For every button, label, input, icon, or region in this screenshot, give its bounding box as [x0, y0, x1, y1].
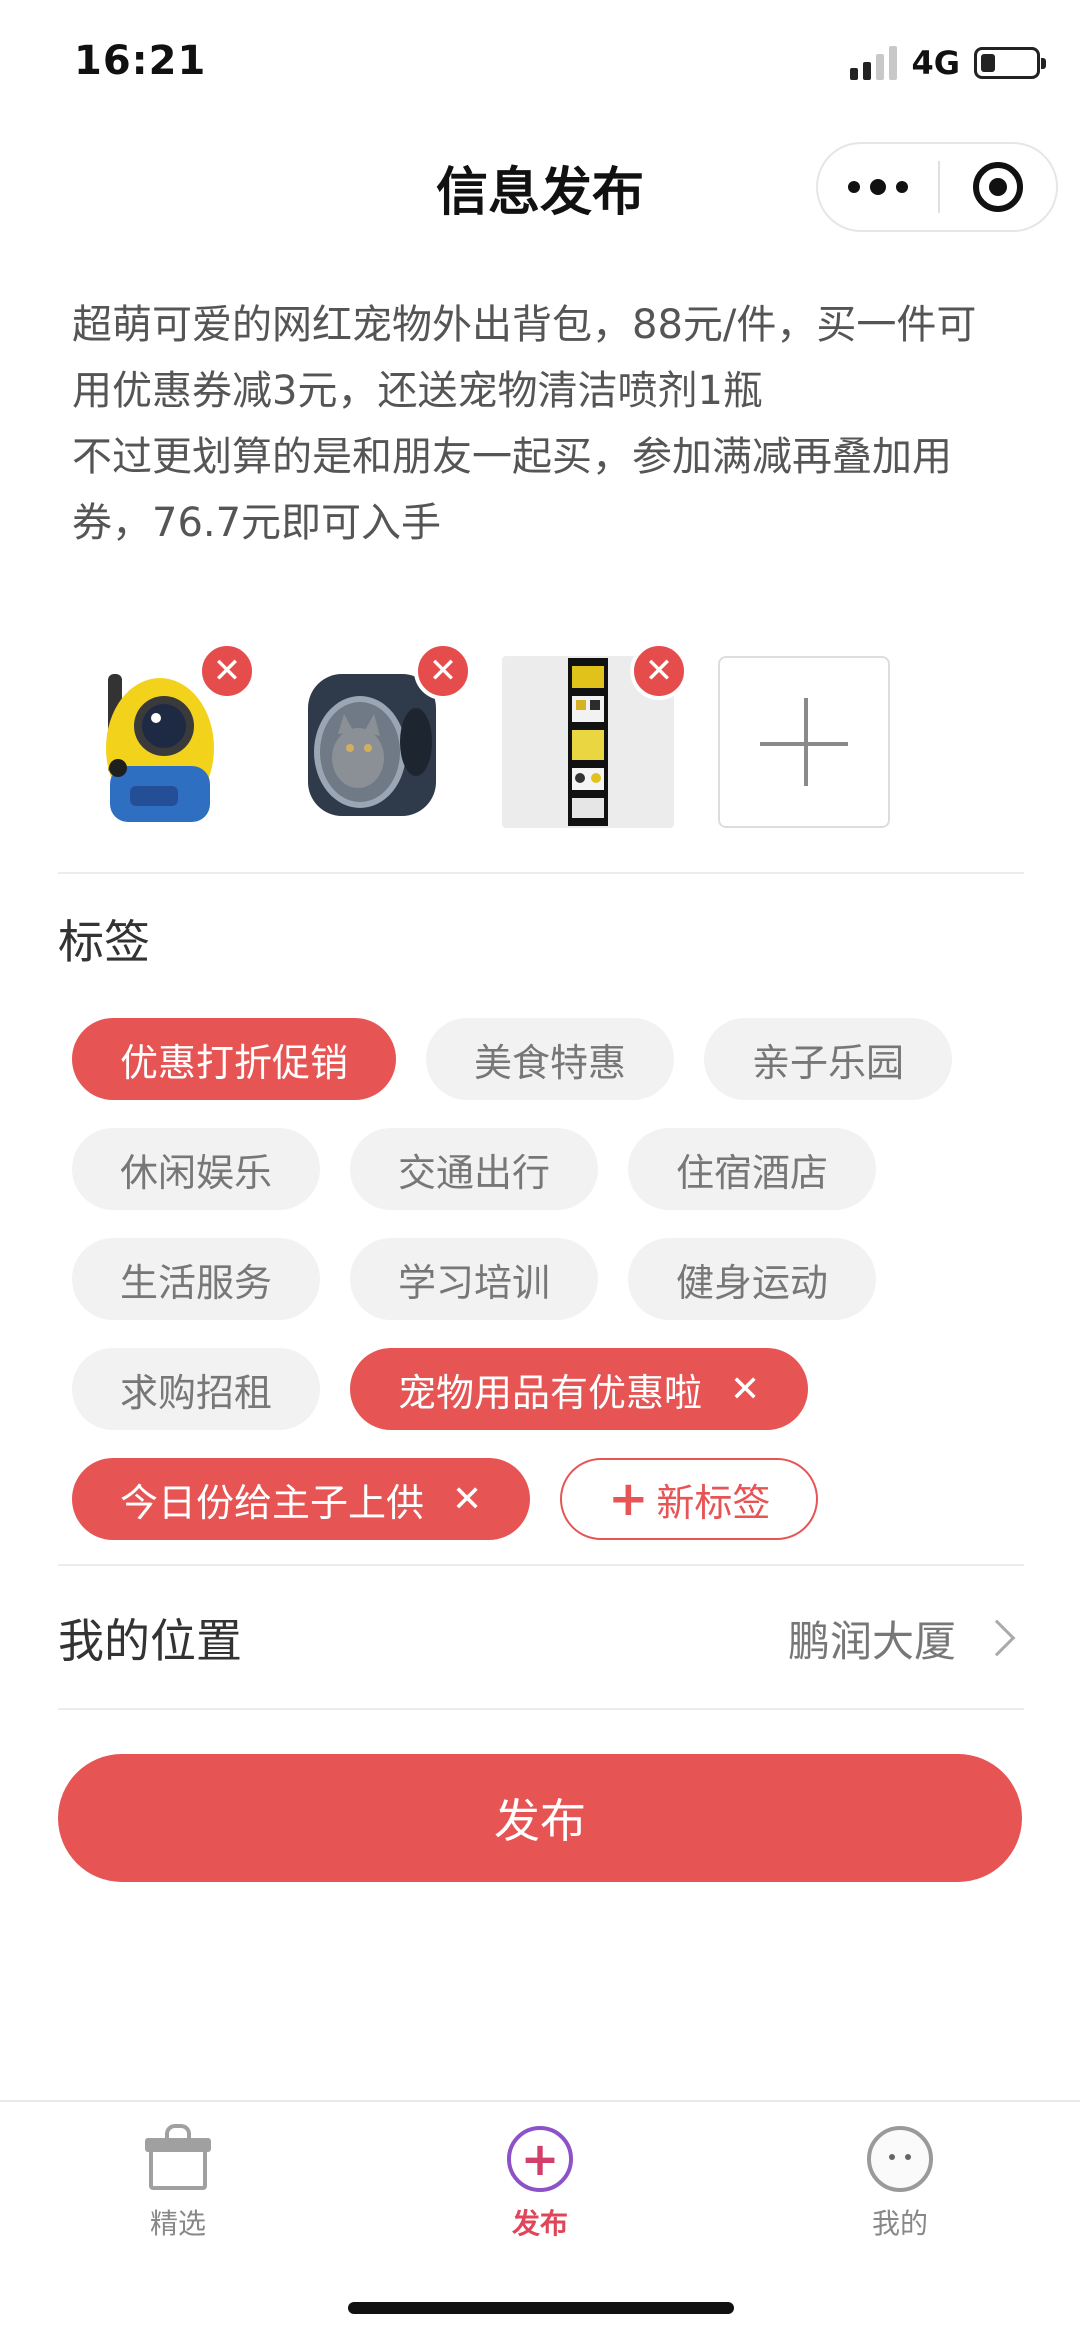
tag-chip[interactable]: 美食特惠 [426, 1018, 675, 1100]
tag-chip[interactable]: 交通出行 [350, 1128, 599, 1210]
gift-icon [143, 2124, 213, 2194]
image-row: ✕ ✕ ✕ [70, 642, 890, 828]
remove-tag-icon[interactable]: ✕ [452, 1479, 482, 1520]
tag-chip[interactable]: 休闲娱乐 [72, 1128, 321, 1210]
tag-list: 优惠打折促销 美食特惠 亲子乐园 休闲娱乐 交通出行 住宿酒店 生活服务 学习培… [72, 1018, 1032, 1540]
tag-label: 生活服务 [120, 1260, 273, 1305]
remove-image-button[interactable]: ✕ [414, 642, 472, 700]
tag-label: 休闲娱乐 [120, 1150, 273, 1195]
new-tag-button[interactable]: + 新标签 [560, 1458, 819, 1540]
image-thumb[interactable]: ✕ [70, 642, 256, 828]
more-icon[interactable] [818, 144, 938, 230]
tag-label: 今日份给主子上供 [120, 1480, 425, 1525]
divider [58, 1708, 1024, 1710]
network-type: 4G [911, 44, 960, 82]
publish-button[interactable]: 发布 [58, 1754, 1022, 1882]
location-label: 我的位置 [58, 1614, 242, 1668]
chevron-right-icon [978, 1619, 1016, 1657]
plus-icon: + [608, 1471, 649, 1527]
new-tag-label: 新标签 [656, 1480, 771, 1525]
tag-chip[interactable]: 学习培训 [350, 1238, 599, 1320]
tag-chip[interactable]: 今日份给主子上供 ✕ [72, 1458, 531, 1540]
add-image-button[interactable] [718, 656, 890, 828]
tab-mine[interactable]: 我的 [800, 2124, 1000, 2242]
tag-label: 美食特惠 [474, 1040, 627, 1085]
tag-label: 学习培训 [398, 1260, 551, 1305]
target-icon [973, 162, 1023, 212]
tag-chip[interactable]: 求购招租 [72, 1348, 321, 1430]
divider [58, 872, 1024, 874]
tag-chip[interactable]: 生活服务 [72, 1238, 321, 1320]
tag-label: 宠物用品有优惠啦 [398, 1370, 703, 1415]
status-bar: 16:21 4G [0, 0, 1080, 132]
tag-label: 优惠打折促销 [120, 1040, 349, 1085]
post-description[interactable]: 超萌可爱的网红宠物外出背包，88元/件，买一件可用优惠券减3元，还送宠物清洁喷剂… [72, 292, 1012, 556]
status-indicators: 4G [850, 44, 1046, 82]
battery-icon [974, 47, 1046, 79]
image-thumb[interactable]: ✕ [286, 642, 472, 828]
miniprogram-capsule [816, 142, 1058, 232]
tab-label: 发布 [511, 2207, 568, 2240]
plus-circle-icon: + [505, 2124, 575, 2194]
tag-chip[interactable]: 优惠打折促销 [72, 1018, 397, 1100]
tag-chip[interactable]: 亲子乐园 [704, 1018, 953, 1100]
face-icon [865, 2124, 935, 2194]
tab-label: 我的 [871, 2207, 928, 2240]
tab-featured[interactable]: 精选 [78, 2124, 278, 2242]
tag-label: 健身运动 [676, 1260, 829, 1305]
location-value-group: 鹏润大厦 [788, 1608, 1024, 1669]
nav-bar: 信息发布 [0, 132, 1080, 240]
tab-publish[interactable]: + 发布 [440, 2124, 640, 2242]
tag-label: 交通出行 [398, 1150, 551, 1195]
location-value: 鹏润大厦 [787, 1616, 956, 1666]
tag-label: 求购招租 [120, 1370, 273, 1415]
image-thumb[interactable]: ✕ [502, 642, 688, 828]
tag-label: 亲子乐园 [752, 1040, 905, 1085]
tags-title: 标签 [58, 915, 150, 969]
location-row[interactable]: 我的位置 鹏润大厦 [58, 1566, 1024, 1710]
tag-chip[interactable]: 住宿酒店 [628, 1128, 877, 1210]
remove-tag-icon[interactable]: ✕ [730, 1369, 760, 1410]
tag-label: 住宿酒店 [676, 1150, 829, 1195]
remove-image-button[interactable]: ✕ [630, 642, 688, 700]
tag-chip[interactable]: 健身运动 [628, 1238, 877, 1320]
tag-chip[interactable]: 宠物用品有优惠啦 ✕ [350, 1348, 809, 1430]
remove-image-button[interactable]: ✕ [198, 642, 256, 700]
home-indicator [348, 2302, 734, 2314]
signal-icon [850, 46, 898, 80]
close-miniprogram-button[interactable] [940, 144, 1056, 230]
status-time: 16:21 [74, 38, 207, 84]
tab-label: 精选 [149, 2207, 206, 2240]
